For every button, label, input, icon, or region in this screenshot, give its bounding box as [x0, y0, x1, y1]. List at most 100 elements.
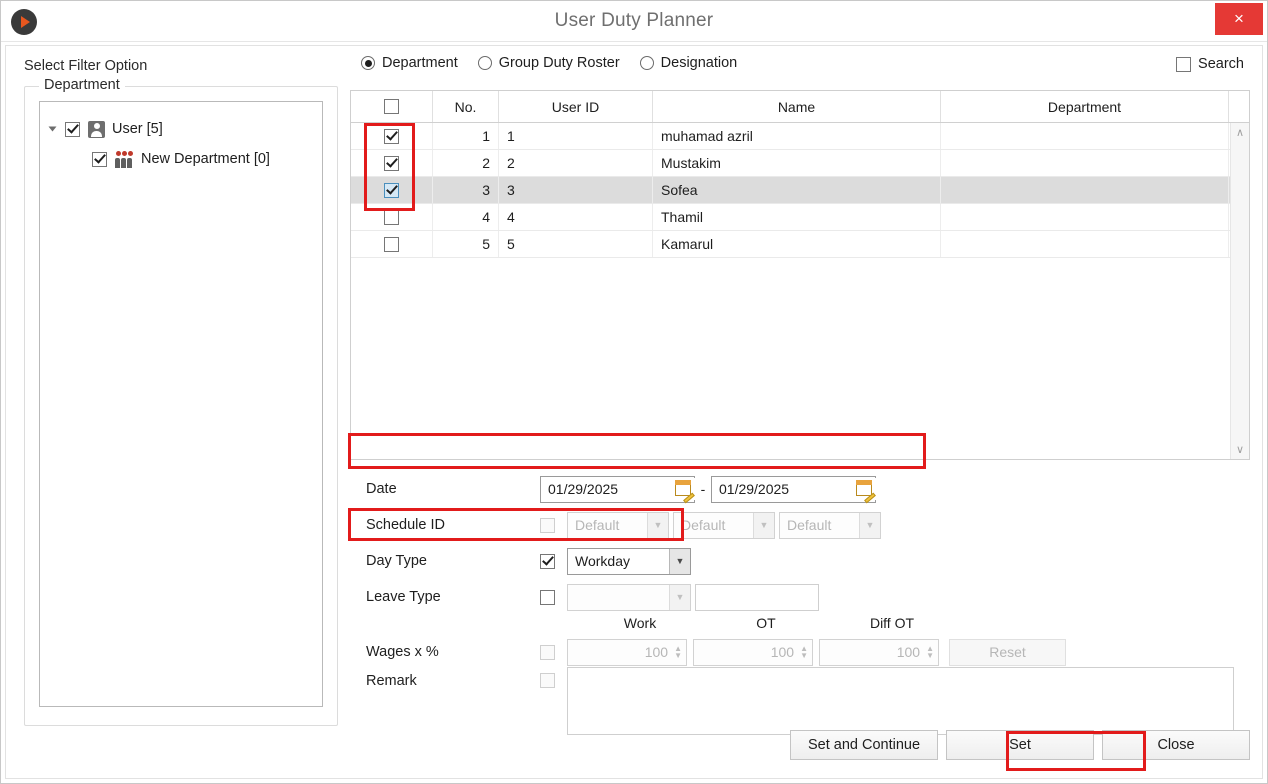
radio-group-duty-roster[interactable]: Group Duty Roster: [477, 55, 620, 71]
set-and-continue-button[interactable]: Set and Continue: [790, 730, 938, 760]
dialog-footer: Set and Continue Set Close: [350, 730, 1250, 760]
row-department: [941, 150, 1229, 176]
table-row[interactable]: 1 1 muhamad azril: [351, 123, 1249, 150]
row-no: 3: [433, 177, 499, 203]
search-checkbox[interactable]: [1176, 56, 1192, 72]
wages-row: Work OT Diff OT Wages x % 100 ▲ ▼ 100 ▲ ▼ …: [350, 615, 1250, 667]
tree-node-user-checkbox[interactable]: [65, 121, 80, 137]
search-toggle[interactable]: Search: [1176, 56, 1244, 72]
schedule-id-checkbox[interactable]: [540, 517, 555, 533]
select-all-checkbox[interactable]: [384, 99, 399, 114]
wages-work-input[interactable]: 100 ▲ ▼: [567, 638, 687, 666]
chevron-down-icon[interactable]: ▼: [859, 512, 880, 538]
wages-reset-button[interactable]: Reset: [949, 638, 1066, 666]
row-checkbox[interactable]: [384, 155, 399, 171]
row-no: 1: [433, 123, 499, 149]
scroll-up-icon[interactable]: ∧: [1231, 126, 1249, 139]
tree-node-new-department-checkbox[interactable]: [92, 151, 107, 167]
calendar-picker-icon[interactable]: [673, 478, 695, 504]
chevron-down-icon[interactable]: ▼: [669, 548, 690, 574]
day-type-select[interactable]: Workday ▼: [567, 547, 691, 575]
leave-type-text-input[interactable]: [695, 583, 819, 611]
wages-ot-input[interactable]: 100 ▲ ▼: [693, 638, 813, 666]
schedule-id-select-1-value: Default: [575, 517, 620, 533]
radio-designation-indicator[interactable]: [639, 56, 654, 70]
radio-designation[interactable]: Designation: [639, 55, 738, 71]
leave-type-checkbox[interactable]: [540, 589, 555, 605]
table-vertical-scrollbar[interactable]: ∧ ∨: [1230, 123, 1249, 459]
radio-department[interactable]: Department: [361, 55, 458, 71]
radio-department-label: Department: [382, 55, 458, 71]
leave-type-select[interactable]: ▼: [567, 583, 691, 611]
row-checkbox[interactable]: [384, 128, 399, 144]
remark-textarea[interactable]: [567, 667, 1234, 735]
stepper-icon[interactable]: ▲ ▼: [674, 645, 682, 660]
row-name: muhamad azril: [653, 123, 941, 149]
user-duty-planner-window: User Duty Planner × Select Filter Option…: [0, 0, 1268, 784]
row-department: [941, 231, 1229, 257]
user-icon: [88, 120, 105, 138]
tree-node-new-department[interactable]: New Department [0]: [40, 144, 322, 174]
table-header-name: Name: [653, 91, 941, 122]
row-checkbox-cell[interactable]: [351, 231, 433, 257]
row-checkbox-cell[interactable]: [351, 150, 433, 176]
close-window-button[interactable]: ×: [1215, 3, 1263, 35]
stepper-icon[interactable]: ▲ ▼: [926, 645, 934, 660]
wages-diff-ot-value: 100: [896, 644, 921, 660]
row-checkbox-cell[interactable]: [351, 123, 433, 149]
day-type-row: Day Type Workday ▼: [350, 543, 1250, 579]
chevron-down-icon[interactable]: [48, 126, 57, 132]
remark-checkbox[interactable]: [540, 673, 555, 688]
wages-diff-ot-input[interactable]: 100 ▲ ▼: [819, 638, 939, 666]
row-checkbox-cell[interactable]: [351, 177, 433, 203]
table-header-no: No.: [433, 91, 499, 122]
date-to-input[interactable]: 01/29/2025: [711, 475, 876, 503]
table-header-spacer: [1229, 91, 1249, 122]
row-checkbox-cell[interactable]: [351, 204, 433, 230]
calendar-picker-icon[interactable]: [854, 478, 876, 504]
row-checkbox[interactable]: [384, 182, 399, 198]
table-header-department: Department: [941, 91, 1229, 122]
table-row[interactable]: 2 2 Mustakim: [351, 150, 1249, 177]
schedule-id-select-2[interactable]: Default ▼: [673, 511, 775, 539]
date-from-input[interactable]: 01/29/2025: [540, 475, 695, 503]
row-name: Mustakim: [653, 150, 941, 176]
row-user-id: 1: [499, 123, 653, 149]
department-groupbox: Department User [5] New Department [0]: [24, 77, 338, 726]
chevron-down-icon[interactable]: ▼: [753, 512, 774, 538]
table-header-select-all[interactable]: [351, 91, 433, 122]
schedule-id-row: Schedule ID Default ▼ Default ▼ Default …: [350, 507, 1250, 543]
scroll-down-icon[interactable]: ∨: [1231, 443, 1249, 456]
wages-ot-value: 100: [770, 644, 795, 660]
day-type-checkbox[interactable]: [540, 553, 555, 569]
wages-col-ot: OT: [756, 615, 776, 631]
table-row[interactable]: 3 3 Sofea: [351, 177, 1249, 204]
row-no: 4: [433, 204, 499, 230]
schedule-id-select-3-value: Default: [787, 517, 832, 533]
wages-checkbox[interactable]: [540, 644, 555, 660]
title-bar: User Duty Planner ×: [1, 1, 1267, 42]
schedule-id-select-3[interactable]: Default ▼: [779, 511, 881, 539]
department-tree[interactable]: User [5] New Department [0]: [39, 101, 323, 707]
dialog-body: Select Filter Option Department User [5]: [5, 45, 1263, 779]
tree-node-new-department-label: New Department [0]: [141, 151, 270, 167]
chevron-down-icon[interactable]: ▼: [669, 584, 690, 610]
radio-designation-label: Designation: [660, 55, 738, 71]
group-icon: [115, 150, 134, 168]
tree-node-user[interactable]: User [5]: [40, 114, 322, 144]
close-button[interactable]: Close: [1102, 730, 1250, 760]
row-department: [941, 123, 1229, 149]
table-row[interactable]: 5 5 Kamarul: [351, 231, 1249, 258]
schedule-id-select-1[interactable]: Default ▼: [567, 511, 669, 539]
chevron-down-icon[interactable]: ▼: [647, 512, 668, 538]
row-user-id: 5: [499, 231, 653, 257]
row-checkbox[interactable]: [384, 209, 399, 225]
duty-form: Date 01/29/2025 - 01/29/2025 Schedule ID…: [350, 471, 1250, 747]
stepper-icon[interactable]: ▲ ▼: [800, 645, 808, 660]
row-checkbox[interactable]: [384, 236, 399, 252]
radio-department-indicator[interactable]: [361, 56, 375, 70]
row-user-id: 4: [499, 204, 653, 230]
set-button[interactable]: Set: [946, 730, 1094, 760]
radio-group-duty-roster-indicator[interactable]: [477, 56, 492, 70]
table-row[interactable]: 4 4 Thamil: [351, 204, 1249, 231]
